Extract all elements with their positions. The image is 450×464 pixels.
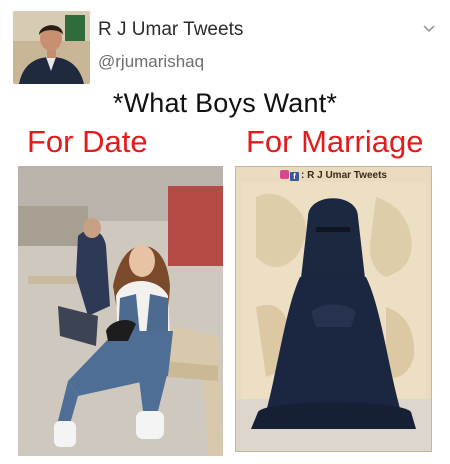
author-avatar[interactable] [13, 11, 90, 84]
author-name[interactable]: R J Umar Tweets [98, 19, 243, 41]
tweet-header: R J Umar Tweets @rjumarishaq [0, 0, 450, 90]
watermark: f: R J Umar Tweets [236, 170, 431, 181]
right-panel-label: For Marriage [246, 124, 424, 159]
left-photo [18, 166, 223, 456]
facebook-icon: f [290, 172, 300, 181]
author-handle[interactable]: @rjumarishaq [98, 52, 204, 72]
meme-title: *What Boys Want* [112, 88, 338, 118]
instagram-icon [280, 170, 290, 179]
chevron-down-icon[interactable] [422, 22, 436, 36]
right-photo: f: R J Umar Tweets [235, 166, 432, 452]
left-panel-label: For Date [27, 124, 148, 159]
watermark-text: : R J Umar Tweets [301, 170, 387, 181]
